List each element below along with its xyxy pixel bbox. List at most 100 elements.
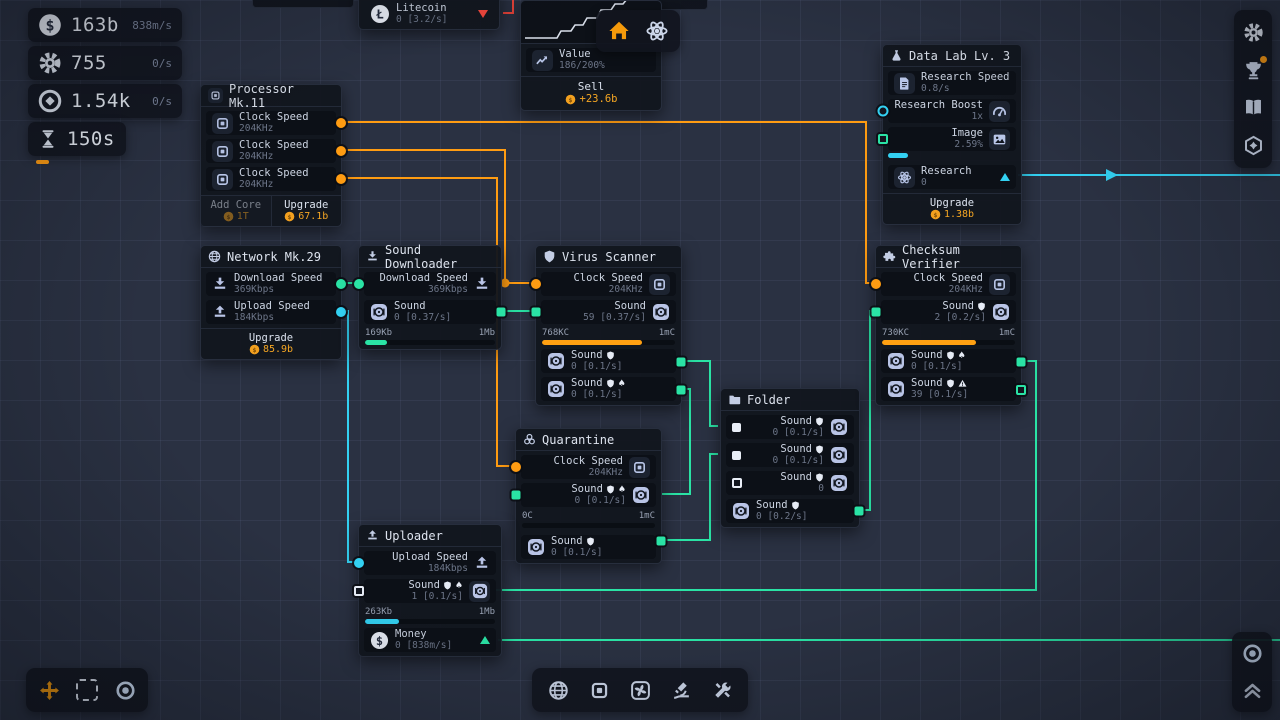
sound-output-row[interactable]: Sound 0 [0.2/s] [726, 499, 854, 523]
node-title[interactable]: Network Mk.29 [201, 246, 341, 268]
clean-sound-output-row[interactable]: Sound 0 [0.1/s] [541, 349, 676, 373]
research-category-button[interactable] [666, 675, 696, 705]
sound-output-row[interactable]: Sound 0 [0.37/s] [364, 300, 496, 324]
node-virus-scanner[interactable]: Virus Scanner Clock Speed 204KHz Sound 5… [535, 245, 682, 406]
upload-speed-row[interactable]: Upload Speed 184Kbps [206, 300, 336, 324]
clock-input-port[interactable] [871, 279, 881, 289]
upload-input-port[interactable] [354, 558, 364, 568]
tools-category-button[interactable] [707, 675, 737, 705]
node-title[interactable]: Checksum Verifier [876, 246, 1021, 268]
clean-output-port[interactable] [677, 358, 686, 367]
clock-output-port[interactable] [336, 174, 346, 184]
cooling-category-button[interactable] [625, 675, 655, 705]
node-title[interactable]: Virus Scanner [536, 246, 681, 268]
select-tool-button[interactable] [72, 675, 102, 705]
research-output-row[interactable]: Research 0 [888, 165, 1016, 189]
sound-input-row[interactable]: Sound 0 [0.1/s] [726, 443, 854, 467]
research-boost-row[interactable]: Research Boost 1x [888, 99, 1016, 123]
sound-input-port[interactable] [512, 491, 521, 500]
clock-speed-row[interactable]: Clock Speed 204KHz [206, 167, 336, 191]
game-canvas[interactable]: $ $ Ł [0, 0, 1280, 720]
upload-output-port[interactable] [336, 307, 346, 317]
node-litecoin[interactable]: Litecoin 0 [3.2/s] [358, 0, 500, 30]
achievements-button[interactable] [1238, 55, 1268, 85]
money-output-port[interactable] [480, 636, 490, 644]
research-speed-row[interactable]: Research Speed 0.8/s [888, 71, 1016, 95]
sound-input-row[interactable]: Sound ♠ 0 [0.1/s] [521, 483, 656, 507]
sound-input-row[interactable]: Sound 59 [0.37/s] [541, 300, 676, 324]
node-uploader[interactable]: Uploader Upload Speed 184Kbps Sound ♠ 1 … [358, 524, 502, 657]
node-folder[interactable]: Folder Sound 0 [0.1/s] Sound 0 [0.1/s] S… [720, 388, 860, 528]
image-input-port[interactable] [878, 134, 888, 144]
download-speed-row[interactable]: Download Speed 369Kbps [206, 272, 336, 296]
clock-speed-row[interactable]: Clock Speed 204KHz [881, 272, 1016, 296]
sound-input-port[interactable] [732, 423, 741, 432]
sound-input-row[interactable]: Sound ♠ 1 [0.1/s] [364, 579, 496, 603]
prestige-button[interactable] [1238, 130, 1268, 160]
research-output-port[interactable] [1000, 173, 1010, 181]
upgrade-button[interactable]: Upgrade 1.38b [883, 194, 1021, 224]
verified-sound-output-row[interactable]: Sound ♠ 0 [0.1/s] [881, 349, 1016, 373]
node-checksum-verifier[interactable]: Checksum Verifier Clock Speed 204KHz Sou… [875, 245, 1022, 406]
sound-input-port[interactable] [732, 478, 742, 488]
node-title[interactable]: Quarantine [516, 429, 661, 451]
money-output-row[interactable]: Money 0 [838m/s] [364, 628, 496, 652]
clock-output-port[interactable] [336, 146, 346, 156]
sell-button[interactable]: Sell +23.6b [521, 76, 661, 110]
clock-speed-row[interactable]: Clock Speed 204KHz [206, 111, 336, 135]
upload-speed-row[interactable]: Upload Speed 184Kbps [364, 551, 496, 575]
image-row[interactable]: Image 2.59% [888, 127, 1016, 151]
sound-input-row[interactable]: Sound 0 [0.1/s] [726, 415, 854, 439]
sound-input-port[interactable] [872, 308, 881, 317]
clock-speed-row[interactable]: Clock Speed 204KHz [521, 455, 656, 479]
litecoin-row[interactable]: Litecoin 0 [3.2/s] [364, 3, 494, 25]
flask-icon [890, 49, 903, 62]
node-sound-downloader[interactable]: Sound Downloader Download Speed 369Kbps … [358, 245, 502, 350]
clock-output-port[interactable] [336, 118, 346, 128]
sound-output-row[interactable]: Sound 0 [0.1/s] [521, 535, 656, 559]
collapse-all-button[interactable] [1237, 675, 1267, 705]
flagged-sound-output-row[interactable]: Sound ♠ 0 [0.1/s] [541, 377, 676, 401]
sound-input-row[interactable]: Sound 0 [726, 471, 854, 495]
sound-output-port[interactable] [657, 537, 666, 546]
settings-button[interactable] [1238, 18, 1268, 48]
sound-output-port[interactable] [855, 507, 864, 516]
node-processor[interactable]: Processor Mk.11 Clock Speed 204KHz Clock… [200, 84, 342, 227]
flagged-output-port[interactable] [677, 386, 686, 395]
sound-input-port[interactable] [732, 451, 741, 460]
sound-input-port[interactable] [354, 586, 364, 596]
node-title[interactable]: Uploader [359, 525, 501, 547]
download-input-port[interactable] [354, 279, 364, 289]
clock-input-port[interactable] [531, 279, 541, 289]
home-button[interactable] [604, 16, 634, 46]
boost-input-port[interactable] [878, 106, 889, 117]
center-view-button[interactable] [1237, 639, 1267, 669]
focus-tool-button[interactable] [110, 675, 140, 705]
download-output-port[interactable] [336, 279, 346, 289]
processor-category-button[interactable] [584, 675, 614, 705]
node-quarantine[interactable]: Quarantine Clock Speed 204KHz Sound ♠ 0 … [515, 428, 662, 564]
encyclopedia-button[interactable] [1238, 93, 1268, 123]
upgrade-button[interactable]: Upgrade 85.9b [201, 329, 341, 359]
node-title[interactable]: Data Lab Lv. 3 [883, 45, 1021, 67]
clock-input-port[interactable] [511, 462, 521, 472]
verified-output-port[interactable] [1017, 358, 1026, 367]
failed-output-port[interactable] [1016, 385, 1026, 395]
move-tool-button[interactable] [34, 675, 64, 705]
clock-speed-row[interactable]: Clock Speed 204KHz [206, 139, 336, 163]
upgrade-button[interactable]: Upgrade 67.1b [271, 196, 342, 226]
research-tab-button[interactable] [642, 16, 672, 46]
clock-speed-row[interactable]: Clock Speed 204KHz [541, 272, 676, 296]
download-speed-row[interactable]: Download Speed 369Kbps [364, 272, 496, 296]
node-network[interactable]: Network Mk.29 Download Speed 369Kbps Upl… [200, 245, 342, 360]
node-title[interactable]: Processor Mk.11 [201, 85, 341, 107]
node-title[interactable]: Folder [721, 389, 859, 411]
node-data-lab[interactable]: Data Lab Lv. 3 Research Speed 0.8/s Rese… [882, 44, 1022, 225]
sound-input-port[interactable] [532, 308, 541, 317]
sound-output-port[interactable] [497, 308, 506, 317]
sound-input-row[interactable]: Sound 2 [0.2/s] [881, 300, 1016, 324]
add-core-button[interactable]: Add Core 1T [201, 196, 271, 226]
failed-sound-output-row[interactable]: Sound 39 [0.1/s] [881, 377, 1016, 401]
node-title[interactable]: Sound Downloader [359, 246, 501, 268]
network-category-button[interactable] [543, 675, 573, 705]
